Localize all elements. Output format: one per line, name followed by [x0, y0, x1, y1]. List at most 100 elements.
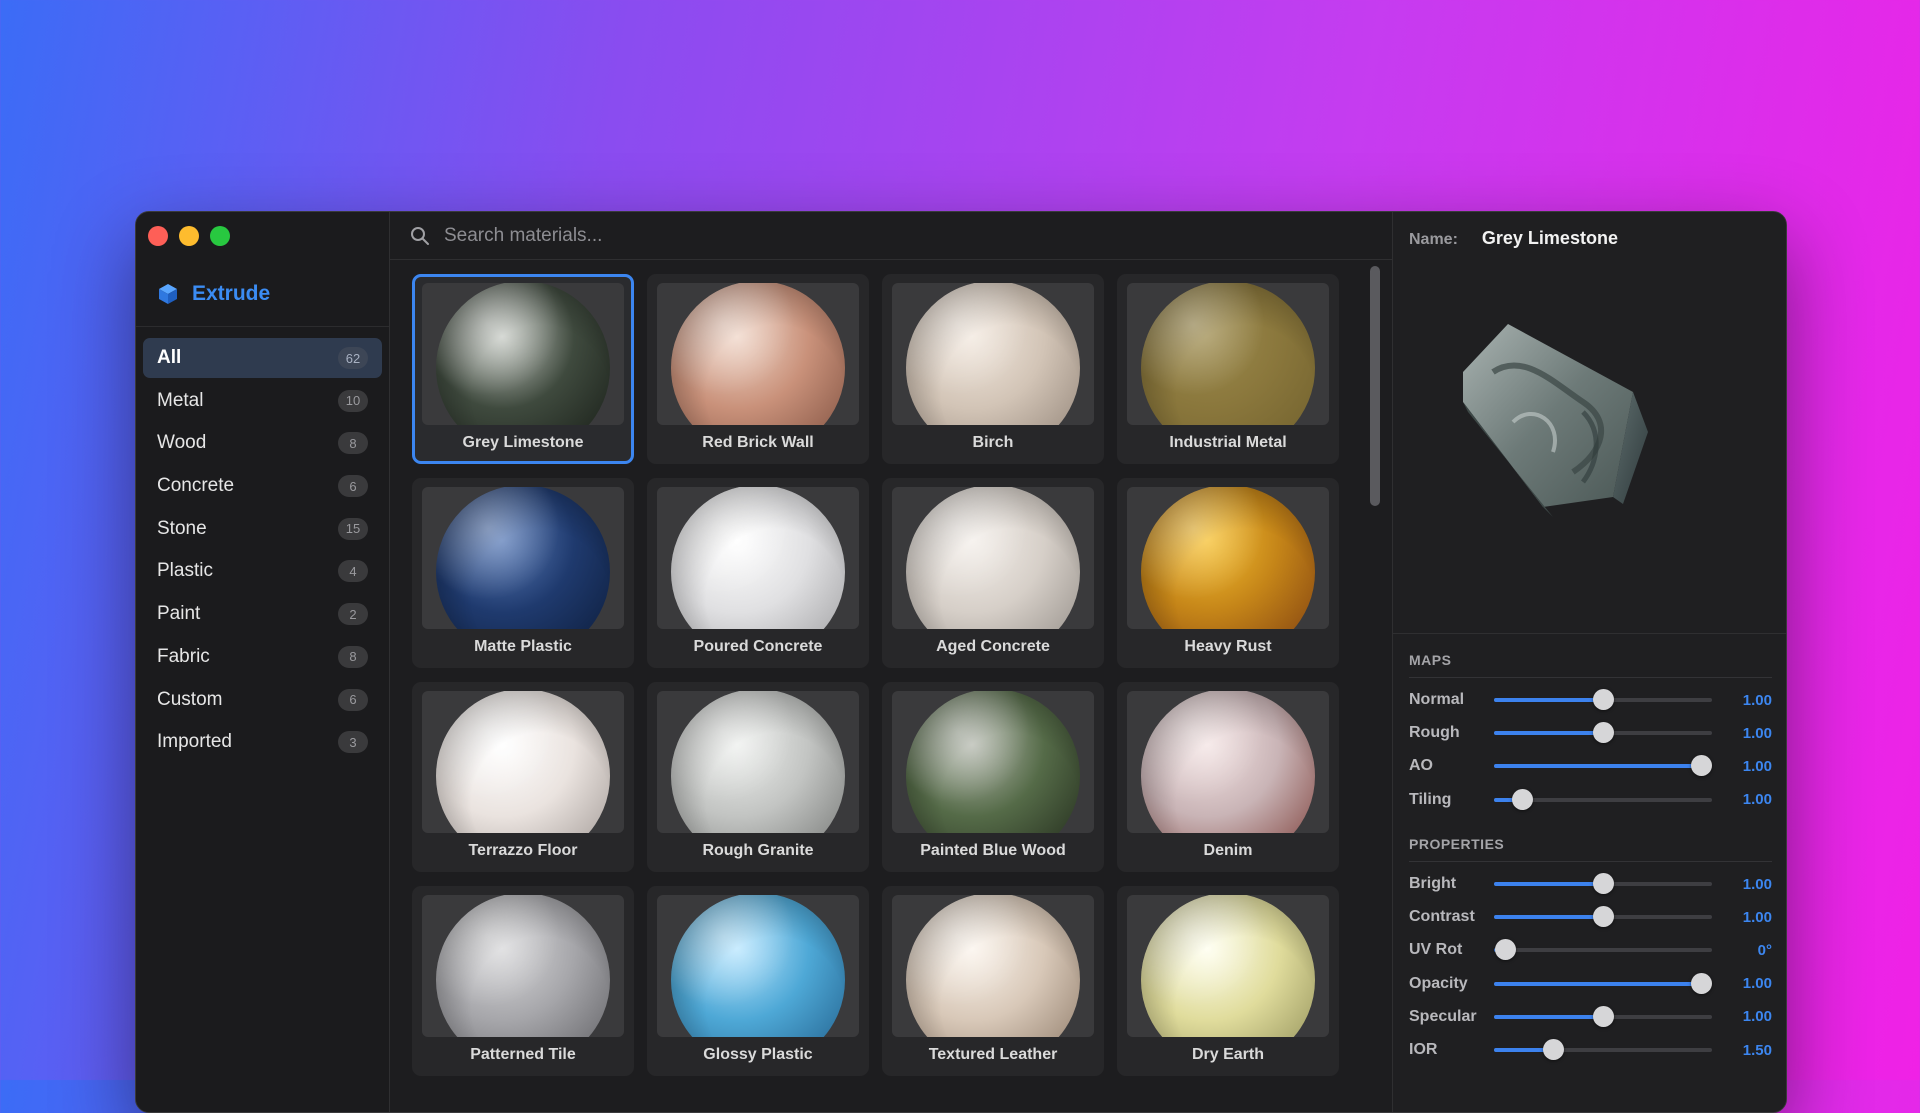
- material-card[interactable]: Patterned Tile: [412, 886, 634, 1076]
- category-metal[interactable]: Metal 10: [143, 381, 382, 421]
- category-label: Fabric: [157, 645, 210, 667]
- category-paint[interactable]: Paint 2: [143, 594, 382, 634]
- category-imported[interactable]: Imported 3: [143, 722, 382, 762]
- panel-divider: [1393, 633, 1786, 634]
- material-thumbnail: [422, 283, 624, 425]
- material-card[interactable]: Red Brick Wall: [647, 274, 869, 464]
- material-label: Dry Earth: [1191, 1046, 1265, 1063]
- category-label: Wood: [157, 432, 207, 454]
- slider-knob[interactable]: [1593, 873, 1614, 894]
- minimize-window-button[interactable]: [179, 226, 199, 246]
- zoom-window-button[interactable]: [210, 226, 230, 246]
- properties-section-title: PROPERTIES: [1409, 836, 1505, 852]
- slider-knob[interactable]: [1512, 788, 1534, 810]
- slider-track[interactable]: [1494, 755, 1713, 777]
- category-wood[interactable]: Wood 8: [143, 423, 382, 463]
- category-count-badge: 15: [338, 517, 368, 540]
- material-card[interactable]: Industrial Metal: [1117, 274, 1339, 464]
- material-card[interactable]: Aged Concrete: [882, 478, 1104, 668]
- category-label: All: [157, 347, 182, 368]
- material-thumbnail: [657, 487, 859, 629]
- material-card[interactable]: Glossy Plastic: [647, 886, 869, 1076]
- material-card[interactable]: Textured Leather: [882, 886, 1104, 1076]
- material-label: Rough Granite: [702, 842, 814, 859]
- material-sphere: [436, 283, 610, 425]
- slider-value: 1.00: [1742, 908, 1772, 926]
- category-custom[interactable]: Custom 6: [143, 680, 382, 720]
- slider-row-ao: AO 1.00: [1409, 754, 1772, 778]
- slider-row-tiling: Tiling 1.00: [1409, 788, 1772, 812]
- material-sphere: [436, 691, 610, 833]
- slider-track[interactable]: [1494, 939, 1712, 961]
- app-name: Extrude: [192, 282, 271, 305]
- category-all[interactable]: All 62: [143, 338, 382, 378]
- material-card[interactable]: Denim: [1117, 682, 1339, 872]
- material-card[interactable]: Birch: [882, 274, 1104, 464]
- material-card[interactable]: Heavy Rust: [1117, 478, 1339, 668]
- material-label: Red Brick Wall: [702, 434, 814, 451]
- slider-track[interactable]: [1494, 689, 1712, 710]
- sidebar-divider: [136, 326, 389, 327]
- slider-track[interactable]: [1494, 1005, 1712, 1027]
- material-card[interactable]: Terrazzo Floor: [412, 682, 634, 872]
- category-label: Concrete: [157, 475, 235, 497]
- slider-label: Tiling: [1409, 790, 1452, 808]
- material-thumbnail: [422, 895, 624, 1037]
- search-input[interactable]: [442, 223, 1246, 248]
- material-thumbnail: [1127, 283, 1329, 425]
- slider-track[interactable]: [1494, 1039, 1712, 1060]
- category-concrete[interactable]: Concrete 6: [143, 466, 382, 506]
- slider-value: 1.00: [1742, 975, 1772, 993]
- material-label: Matte Plastic: [474, 638, 572, 655]
- category-count-badge: 6: [338, 688, 368, 711]
- slider-label: Opacity: [1409, 974, 1468, 992]
- close-window-button[interactable]: [148, 226, 168, 246]
- slider-label: Specular: [1409, 1007, 1477, 1025]
- slider-track[interactable]: [1494, 788, 1712, 810]
- slider-row-contrast: Contrast 1.00: [1409, 905, 1772, 929]
- material-thumbnail: [892, 895, 1094, 1037]
- material-card[interactable]: Painted Blue Wood: [882, 682, 1104, 872]
- slider-knob[interactable]: [1542, 1039, 1564, 1060]
- slider-row-ior: IOR 1.50: [1409, 1038, 1772, 1062]
- slider-knob[interactable]: [1691, 755, 1713, 777]
- slider-knob[interactable]: [1691, 972, 1713, 994]
- slider-row-rough: Rough 1.00: [1409, 721, 1772, 745]
- slider-knob[interactable]: [1494, 939, 1516, 961]
- scrollbar-thumb[interactable]: [1370, 266, 1380, 506]
- slider-knob[interactable]: [1593, 906, 1614, 928]
- category-plastic[interactable]: Plastic 4: [143, 551, 382, 591]
- slider-track[interactable]: [1494, 972, 1713, 994]
- slider-track[interactable]: [1494, 722, 1712, 744]
- slider-label: Normal: [1409, 691, 1465, 708]
- material-card[interactable]: Rough Granite: [647, 682, 869, 872]
- slider-knob[interactable]: [1593, 689, 1614, 710]
- slider-knob[interactable]: [1593, 722, 1614, 744]
- slider-fill: [1494, 981, 1702, 986]
- material-name-row: Name: Grey Limestone: [1409, 228, 1618, 249]
- material-thumbnail: [657, 283, 859, 425]
- material-sphere: [436, 487, 610, 629]
- material-label: Textured Leather: [928, 1046, 1058, 1063]
- material-card[interactable]: Grey Limestone: [412, 274, 634, 464]
- slider-value: 0°: [1757, 941, 1772, 959]
- slider-knob[interactable]: [1593, 1005, 1614, 1027]
- category-label: Plastic: [157, 560, 213, 582]
- material-card[interactable]: Dry Earth: [1117, 886, 1339, 1076]
- category-fabric[interactable]: Fabric 8: [143, 637, 382, 677]
- slider-fill: [1494, 731, 1603, 736]
- material-card[interactable]: Matte Plastic: [412, 478, 634, 668]
- material-sphere: [1141, 691, 1315, 833]
- material-thumbnail: [657, 895, 859, 1037]
- maps-section-title: MAPS: [1409, 652, 1452, 668]
- material-preview[interactable]: [1433, 312, 1693, 542]
- category-stone[interactable]: Stone 15: [143, 509, 382, 549]
- slider-track[interactable]: [1494, 873, 1712, 894]
- app-window: Extrude All 62 Metal 10 Wood 8 Concrete 6 Stone 1…: [135, 211, 1787, 1113]
- material-label: Patterned Tile: [470, 1046, 576, 1063]
- slider-track[interactable]: [1494, 906, 1712, 928]
- category-count-badge: 3: [338, 731, 368, 754]
- material-card[interactable]: Poured Concrete: [647, 478, 869, 668]
- category-count-badge: 8: [338, 432, 368, 455]
- material-label: Grey Limestone: [462, 434, 584, 451]
